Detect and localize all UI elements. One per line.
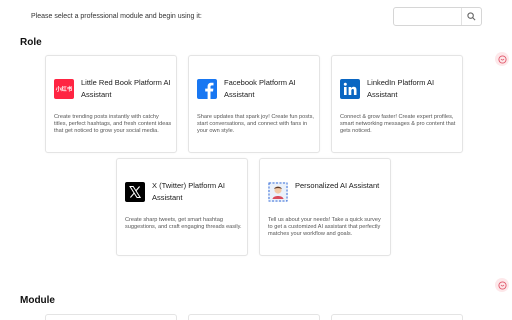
facebook-logo bbox=[197, 79, 217, 99]
card-facebook[interactable]: Facebook Platform AI Assistant Share upd… bbox=[188, 55, 320, 153]
card-description: Connect & grow faster! Create expert pro… bbox=[340, 114, 456, 135]
card-title: Personalized AI Assistant bbox=[295, 181, 380, 190]
assistant-icon bbox=[497, 54, 507, 64]
search-input[interactable] bbox=[397, 10, 459, 23]
floating-assistant-button[interactable] bbox=[495, 278, 509, 292]
card-title: Little Red Book Platform AI Assistant bbox=[81, 78, 171, 99]
search-box[interactable] bbox=[393, 7, 482, 26]
card-description: Create trending posts instantly with cat… bbox=[54, 114, 172, 135]
section-title-role: Role bbox=[20, 37, 42, 48]
module-card-partial[interactable] bbox=[188, 314, 320, 320]
personalized-avatar-icon bbox=[268, 182, 288, 202]
floating-assistant-button[interactable] bbox=[495, 52, 509, 66]
card-description: Tell us about your needs! Take a quick s… bbox=[268, 217, 381, 238]
card-title: LinkedIn Platform AI Assistant bbox=[367, 78, 435, 99]
page-prompt: Please select a professional module and … bbox=[31, 13, 202, 20]
card-description: Share updates that spark joy! Create fun… bbox=[197, 114, 314, 135]
search-icon bbox=[467, 12, 476, 21]
assistant-icon bbox=[497, 280, 507, 290]
card-x-twitter[interactable]: X (Twitter) Platform AI Assistant Create… bbox=[116, 158, 248, 256]
module-card-partial[interactable] bbox=[331, 314, 463, 320]
card-personalized[interactable]: Personalized AI Assistant Tell us about … bbox=[259, 158, 391, 256]
little-red-book-logo-text: 小红书 bbox=[55, 87, 73, 93]
card-title: Facebook Platform AI Assistant bbox=[224, 78, 296, 99]
little-red-book-logo: 小红书 bbox=[54, 79, 74, 99]
module-card-partial[interactable] bbox=[45, 314, 177, 320]
card-linkedin[interactable]: LinkedIn Platform AI Assistant Connect &… bbox=[331, 55, 463, 153]
section-title-module: Module bbox=[20, 295, 55, 306]
search-button[interactable] bbox=[461, 8, 481, 25]
card-description: Create sharp tweets, get smart hashtag s… bbox=[125, 217, 242, 231]
linkedin-logo bbox=[340, 79, 360, 99]
card-little-red-book[interactable]: 小红书 Little Red Book Platform AI Assistan… bbox=[45, 55, 177, 153]
x-logo bbox=[125, 182, 145, 202]
card-title: X (Twitter) Platform AI Assistant bbox=[152, 181, 225, 202]
